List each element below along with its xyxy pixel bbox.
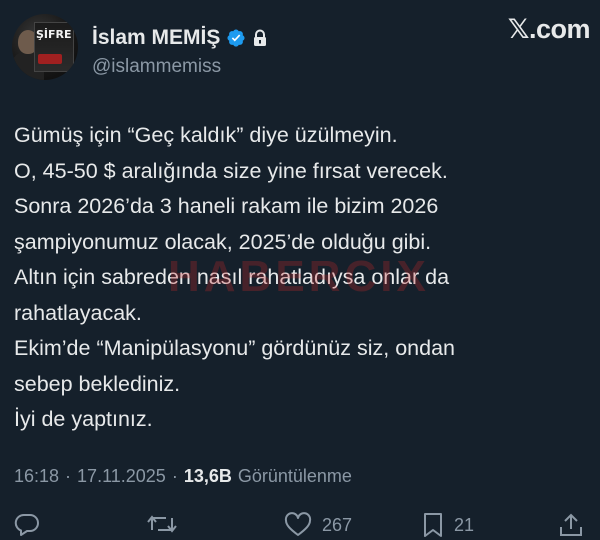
like-button[interactable]: 267 — [284, 512, 352, 538]
action-bar: 267 21 — [0, 508, 600, 540]
reply-button[interactable] — [14, 512, 40, 536]
tweet-text-line: İyi de yaptınız. — [14, 407, 153, 431]
lock-icon — [252, 29, 268, 47]
share-button[interactable] — [558, 512, 584, 538]
verified-badge-icon — [226, 28, 246, 48]
retweet-button[interactable] — [146, 512, 178, 536]
tweet-card: ŞİFRE İslam MEMİŞ @islammemiss 𝕏.com Güm… — [0, 0, 600, 540]
tweet-text-line: Sonra 2026’da 3 haneli rakam ile bizim 2… — [14, 194, 439, 218]
tweet-text-line: rahatlayacak. — [14, 300, 142, 325]
share-icon — [558, 512, 584, 538]
retweet-icon — [146, 512, 178, 536]
avatar[interactable]: ŞİFRE — [12, 14, 78, 80]
tweet-header: ŞİFRE İslam MEMİŞ @islammemiss — [12, 14, 588, 84]
tweet-time[interactable]: 16:18 — [14, 466, 59, 487]
meta-separator: · — [171, 466, 178, 486]
bookmark-icon — [422, 512, 444, 538]
bookmark-count: 21 — [454, 514, 475, 535]
tweet-text-line: Altın için sabreden nasıl rahatladıysa o… — [14, 265, 450, 289]
avatar-book-stripe — [38, 54, 62, 64]
like-count: 267 — [322, 514, 353, 535]
tweet-text-line: Ekim’de “Manipülasyonu” gördünüz siz, on… — [14, 336, 455, 360]
tweet-text-line: sebep beklediniz. — [14, 371, 181, 396]
meta-separator: · — [65, 466, 72, 486]
like-icon — [284, 512, 312, 538]
avatar-book-title: ŞİFRE — [36, 28, 72, 41]
tweet-date[interactable]: 17.11.2025 — [77, 466, 166, 487]
tweet-text-line: Gümüş için “Geç kaldık” diye üzülmeyin. — [14, 123, 398, 147]
tweet-text: Gümüş için “Geç kaldık” diye üzülmeyin. … — [14, 118, 584, 438]
bookmark-button[interactable]: 21 — [422, 512, 474, 538]
author-handle[interactable]: @islammemiss — [92, 56, 221, 78]
tweet-text-line: şampiyonumuz olacak, 2025’de olduğu gibi… — [14, 229, 432, 254]
views-label: Görüntülenme — [237, 466, 352, 486]
views-count: 13,6B — [183, 466, 232, 486]
tweet-meta: 16:18 · 17.11.2025 · 13,6B Görüntülenme — [14, 466, 352, 487]
tweet-text-line: O, 45-50 $ aralığında size yine fırsat v… — [14, 158, 448, 183]
author-name-row: İslam MEMİŞ — [92, 24, 268, 52]
x-brand-logo: 𝕏.com — [507, 14, 591, 44]
reply-icon — [14, 512, 40, 536]
author-display-name[interactable]: İslam MEMİŞ — [92, 26, 220, 50]
